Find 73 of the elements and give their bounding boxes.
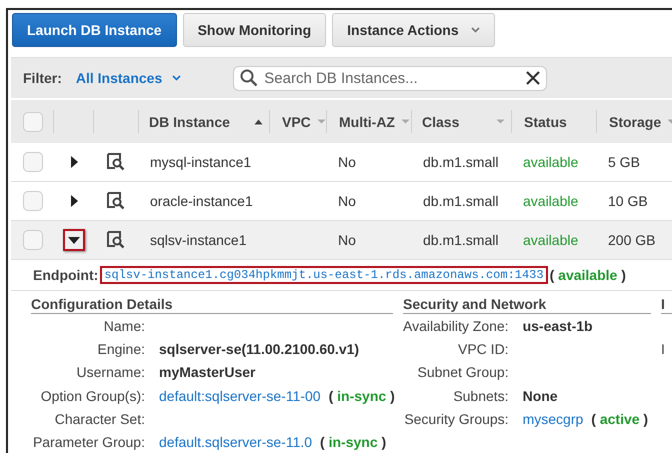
field-label: Name:: [104, 318, 145, 334]
clear-icon[interactable]: [526, 71, 540, 85]
table-cell: db.m1.small: [423, 193, 498, 209]
row-checkbox[interactable]: [23, 230, 43, 250]
select-all-checkbox[interactable]: [23, 112, 43, 132]
field-value: us-east-1b: [522, 318, 593, 335]
table-cell: db.m1.small: [423, 154, 498, 170]
section-title: I: [661, 296, 672, 314]
endpoint-status: ( available ): [550, 267, 626, 283]
field-status: ( in-sync ): [320, 434, 386, 451]
field-status: ( in-sync ): [328, 388, 395, 405]
table-cell: 5 GB: [608, 154, 640, 170]
table-cell: No: [338, 193, 356, 209]
triangle-right-icon: [70, 156, 78, 168]
table-cell: available: [523, 232, 578, 248]
column-header[interactable]: Storage: [609, 114, 662, 130]
endpoint-label: Endpoint:: [33, 267, 98, 283]
field-label: Engine:: [98, 341, 145, 358]
expand-toggle[interactable]: [63, 229, 85, 251]
column-header[interactable]: Class: [422, 114, 460, 130]
field-value: None: [522, 388, 558, 405]
field-link[interactable]: mysecgrp: [522, 410, 584, 428]
field-label: Subnets:: [453, 388, 509, 404]
actions-dropdown[interactable]: Instance Actions: [332, 13, 495, 47]
field-status: ( active ): [591, 410, 648, 428]
magnifier-icon[interactable]: [107, 192, 125, 210]
table-cell: 200 GB: [608, 232, 656, 248]
endpoint-link[interactable]: sqlsv-instance1.cg034hpkmmjt.us-east-1.rds.amazonaws.com:1433: [100, 266, 548, 284]
monitoring-button[interactable]: Show Monitoring: [182, 13, 326, 47]
column-header[interactable]: Multi-AZ: [339, 114, 395, 130]
table-cell: No: [338, 232, 356, 248]
caret-icon: [470, 27, 480, 33]
field-label: I: [661, 341, 665, 357]
triangle-down-icon: [68, 236, 80, 244]
table-row[interactable]: sqlsv-instance1 No db.m1.small available 200 GB: [11, 221, 672, 260]
field-label: Subnet Group:: [418, 364, 509, 380]
table-cell: mysql-instance1: [150, 154, 252, 170]
field-label: VPC ID:: [458, 341, 509, 358]
triangle-right-icon: [70, 195, 78, 207]
sort-ascending-icon[interactable]: [254, 118, 263, 124]
field-link[interactable]: default.sqlserver-se-11.0: [159, 434, 312, 451]
field-label: Option Group(s):: [40, 388, 145, 404]
section-title: Security and Network: [403, 296, 651, 314]
column-header[interactable]: DB Instance: [149, 114, 230, 130]
magnifier-icon[interactable]: [107, 231, 125, 249]
row-checkbox[interactable]: [23, 152, 43, 172]
caret-icon: [172, 75, 182, 81]
table-row[interactable]: mysql-instance1 No db.m1.small available 5 GB: [11, 143, 672, 182]
filter-label: Filter:: [23, 70, 62, 86]
row-checkbox[interactable]: [23, 191, 43, 211]
table-cell: oracle-instance1: [150, 193, 253, 209]
field-value: myMasterUser: [159, 364, 256, 382]
table-cell: sqlsv-instance1: [150, 232, 246, 248]
table-cell: available: [523, 154, 578, 170]
table-cell: 10 GB: [608, 193, 648, 209]
table-cell: db.m1.small: [423, 232, 498, 248]
search-icon: [240, 69, 258, 87]
search-field[interactable]: Search DB Instances...: [233, 66, 548, 90]
field-label: Availability Zone:: [403, 318, 509, 334]
filter-dropdown[interactable]: All Instances: [76, 70, 182, 86]
field-label: Character Set:: [54, 410, 145, 427]
magnifier-icon[interactable]: [107, 153, 125, 171]
column-header[interactable]: Status: [524, 114, 567, 130]
field-label: Username:: [76, 364, 145, 380]
field-label: Parameter Group:: [32, 434, 145, 450]
section-title: Configuration Details: [31, 296, 393, 314]
table-cell: No: [338, 154, 356, 170]
table-cell: available: [523, 193, 578, 209]
launch-button[interactable]: Launch DB Instance: [12, 13, 177, 47]
column-header[interactable]: VPC: [282, 114, 311, 130]
field-label: Security Groups:: [404, 410, 509, 427]
field-link[interactable]: default:sqlserver-se-11-00: [159, 388, 321, 405]
field-value: sqlserver-se(11.00.2100.60.v1): [159, 341, 360, 358]
